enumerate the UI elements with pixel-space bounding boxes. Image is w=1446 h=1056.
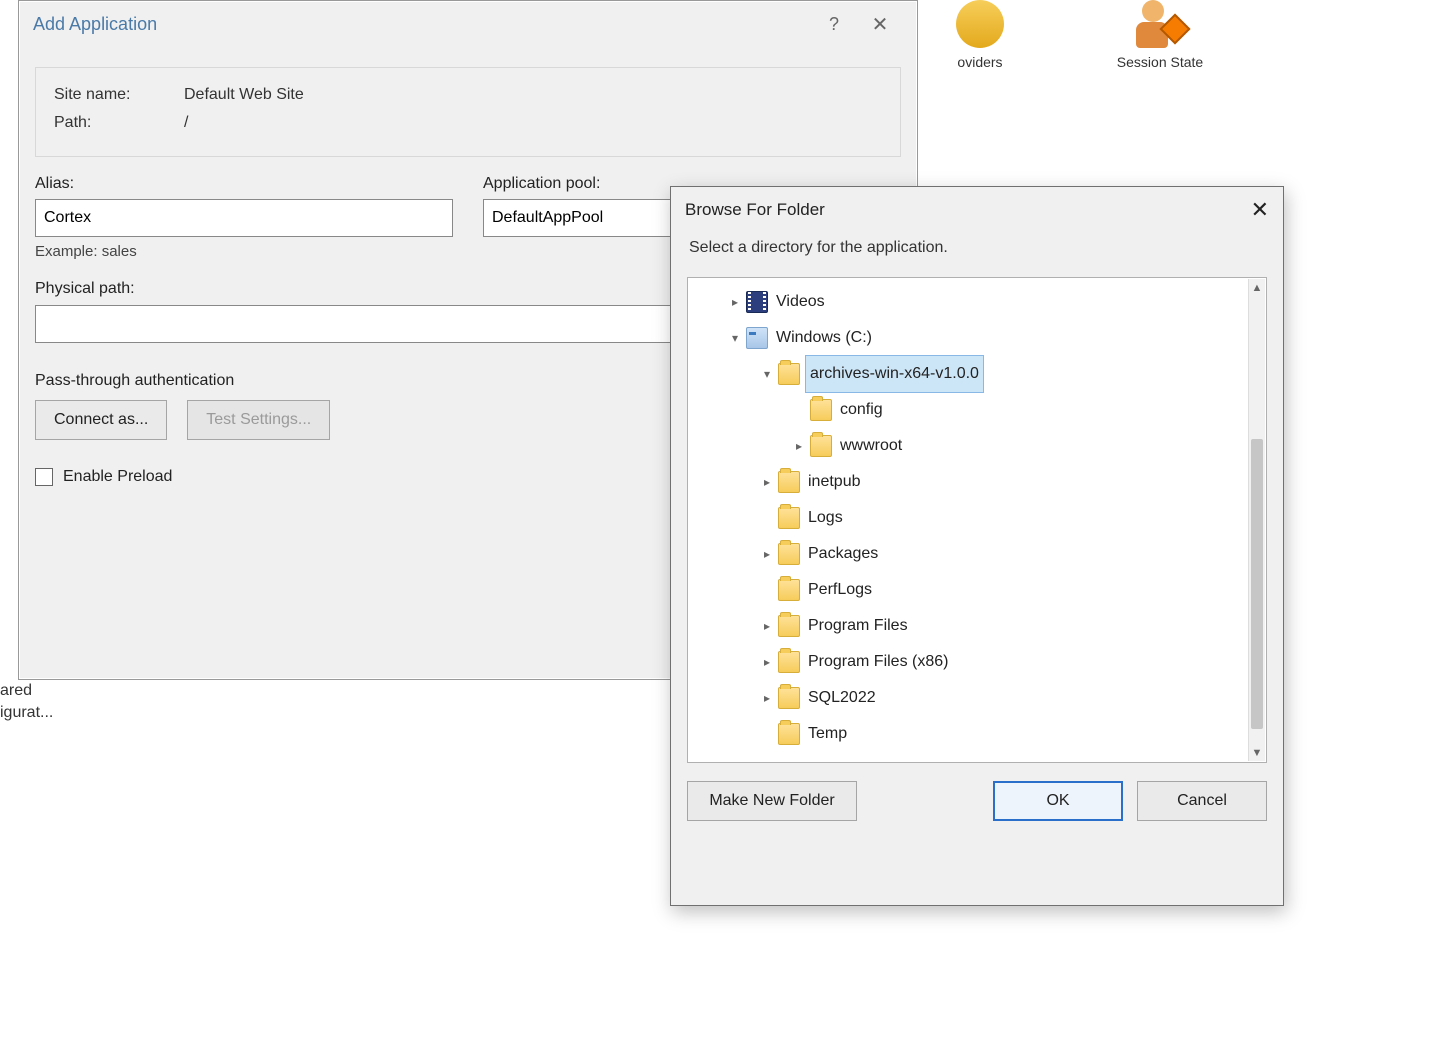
path-label: Path: xyxy=(54,114,184,132)
tree-node-label: wwwroot xyxy=(838,428,904,464)
folder-icon xyxy=(810,435,832,457)
folder-tree[interactable]: ▸Videos▾Windows (C:)▾archives-win-x64-v1… xyxy=(694,284,1246,756)
site-name-value: Default Web Site xyxy=(184,86,304,104)
tree-node[interactable]: ▸Logs xyxy=(694,500,1246,536)
video-icon xyxy=(746,291,768,313)
chevron-right-icon[interactable]: ▸ xyxy=(790,428,808,464)
help-button[interactable]: ? xyxy=(811,9,857,39)
browse-close-button[interactable]: ✕ xyxy=(1251,197,1269,223)
tree-node-label: archives-win-x64-v1.0.0 xyxy=(806,356,983,392)
enable-preload-label: Enable Preload xyxy=(63,468,172,486)
chevron-right-icon[interactable]: ▸ xyxy=(758,608,776,644)
scroll-thumb[interactable] xyxy=(1251,439,1263,729)
folder-icon xyxy=(778,363,800,385)
test-settings-button: Test Settings... xyxy=(187,400,330,440)
tree-node-label: PerfLogs xyxy=(806,572,874,608)
tree-node-label: config xyxy=(838,392,885,428)
browse-cancel-button[interactable]: Cancel xyxy=(1137,781,1267,821)
tree-node[interactable]: ▸ Videos xyxy=(694,284,1246,320)
chevron-right-icon[interactable]: ▸ xyxy=(758,680,776,716)
drive-icon xyxy=(746,327,768,349)
session-state-label: Session State xyxy=(1100,54,1220,70)
tree-node-label: Videos xyxy=(774,284,827,320)
folder-icon xyxy=(810,399,832,421)
connect-as-button[interactable]: Connect as... xyxy=(35,400,167,440)
close-button[interactable]: ✕ xyxy=(857,9,903,39)
providers-label: oviders xyxy=(920,54,1040,70)
tree-node[interactable]: ▸PerfLogs xyxy=(694,572,1246,608)
chevron-right-icon[interactable]: ▸ xyxy=(758,464,776,500)
alias-example: Example: sales xyxy=(35,243,453,260)
alias-label: Alias: xyxy=(35,175,453,193)
tree-node-label: inetpub xyxy=(806,464,863,500)
tree-node-label: Users xyxy=(806,752,852,756)
chevron-down-icon[interactable]: ▾ xyxy=(758,356,776,392)
bg-sidebar-fragment: ared igurat... xyxy=(0,680,53,725)
path-value: / xyxy=(184,114,188,132)
scroll-up-icon[interactable]: ▲ xyxy=(1249,279,1265,296)
tree-scrollbar[interactable]: ▲ ▼ xyxy=(1248,279,1265,761)
browse-titlebar[interactable]: Browse For Folder ✕ xyxy=(671,187,1283,233)
folder-icon xyxy=(778,615,800,637)
tree-node[interactable]: ▸ wwwroot xyxy=(694,428,1246,464)
chevron-right-icon[interactable]: ▸ xyxy=(758,536,776,572)
tree-node[interactable]: ▸ inetpub xyxy=(694,464,1246,500)
tree-node[interactable]: ▸config xyxy=(694,392,1246,428)
providers-icon xyxy=(956,0,1004,48)
make-new-folder-button[interactable]: Make New Folder xyxy=(687,781,857,821)
tree-node[interactable]: ▾ archives-win-x64-v1.0.0 xyxy=(694,356,1246,392)
site-name-label: Site name: xyxy=(54,86,184,104)
alias-input[interactable] xyxy=(35,199,453,237)
tree-node-label: Temp xyxy=(806,716,849,752)
folder-icon xyxy=(778,687,800,709)
tree-node-label: Packages xyxy=(806,536,880,572)
tree-node[interactable]: ▸Temp xyxy=(694,716,1246,752)
session-state-icon xyxy=(1136,0,1184,48)
folder-icon xyxy=(778,471,800,493)
tree-node[interactable]: ▸ Users xyxy=(694,752,1246,756)
folder-icon xyxy=(778,579,800,601)
browse-ok-button[interactable]: OK xyxy=(993,781,1123,821)
browse-instruction: Select a directory for the application. xyxy=(671,233,1283,271)
browse-folder-dialog: Browse For Folder ✕ Select a directory f… xyxy=(670,186,1284,906)
folder-icon xyxy=(778,507,800,529)
add-application-title: Add Application xyxy=(33,14,157,35)
tree-node[interactable]: ▸ Program Files (x86) xyxy=(694,644,1246,680)
chevron-right-icon[interactable]: ▸ xyxy=(758,644,776,680)
add-application-titlebar[interactable]: Add Application ? ✕ xyxy=(19,1,917,47)
folder-tree-pane: ▸Videos▾Windows (C:)▾archives-win-x64-v1… xyxy=(687,277,1267,763)
tree-node[interactable]: ▸ Program Files xyxy=(694,608,1246,644)
chevron-down-icon[interactable]: ▾ xyxy=(726,320,744,356)
folder-icon xyxy=(778,723,800,745)
scroll-down-icon[interactable]: ▼ xyxy=(1249,744,1265,761)
tree-node-label: Windows (C:) xyxy=(774,320,874,356)
tree-node[interactable]: ▸ Packages xyxy=(694,536,1246,572)
tree-node[interactable]: ▾ Windows (C:) xyxy=(694,320,1246,356)
bg-feature-providers: oviders xyxy=(920,0,1040,120)
enable-preload-checkbox[interactable] xyxy=(35,468,53,486)
tree-node[interactable]: ▸ SQL2022 xyxy=(694,680,1246,716)
tree-node-label: Logs xyxy=(806,500,845,536)
browse-title: Browse For Folder xyxy=(685,200,825,220)
folder-icon xyxy=(778,543,800,565)
folder-icon xyxy=(778,651,800,673)
chevron-right-icon[interactable]: ▸ xyxy=(726,284,744,320)
site-info-box: Site name: Default Web Site Path: / xyxy=(35,67,901,157)
chevron-right-icon[interactable]: ▸ xyxy=(758,752,776,756)
tree-node-label: SQL2022 xyxy=(806,680,878,716)
bg-feature-session-state: Session State xyxy=(1100,0,1220,120)
tree-node-label: Program Files xyxy=(806,608,910,644)
tree-node-label: Program Files (x86) xyxy=(806,644,950,680)
